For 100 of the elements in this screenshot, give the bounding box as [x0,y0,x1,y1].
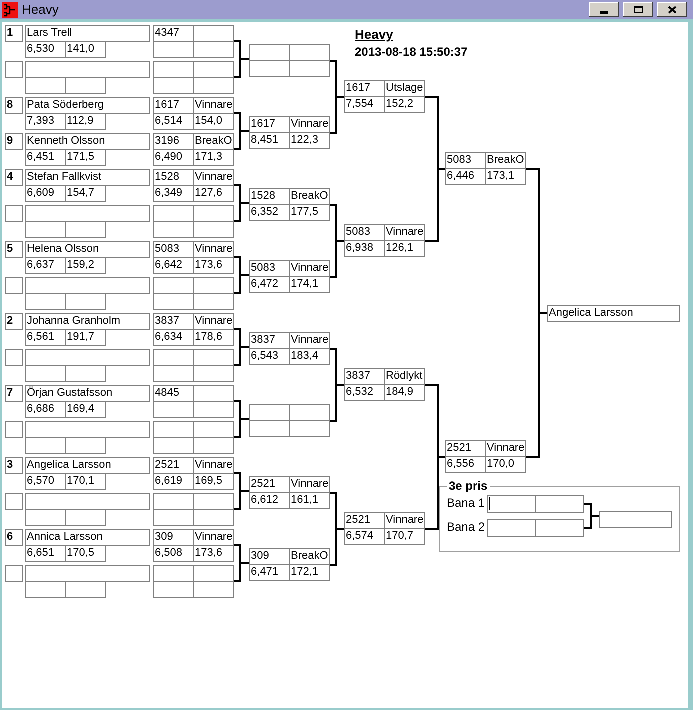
car-number: 2521 [344,512,385,529]
racer-name: Angelica Larsson [25,457,150,474]
result-label: Vinnare [289,476,330,493]
elapsed-time: 6,574 [344,528,385,545]
car-number: 3837 [153,313,194,330]
speed-value: 191,7 [65,329,106,346]
result-label: Vinnare [384,224,425,241]
speed-value: 183,4 [289,348,330,365]
speed-value: 126,1 [384,240,425,257]
seed-number: 1 [5,25,23,42]
speed-value: 141,0 [65,41,106,58]
car-number: 309 [153,529,194,546]
elapsed-time: 6,543 [249,348,290,365]
bracket-line [233,40,250,78]
speed-value: 122,3 [289,132,330,149]
empty-cell [5,421,23,438]
car-number: 5083 [153,241,194,258]
car-number: 5083 [249,260,290,277]
result-label: Vinnare [193,97,234,114]
bracket-icon [2,2,18,18]
elapsed-time: 6,938 [344,240,385,257]
reaction-time: 6,570 [25,473,66,490]
elapsed-time: 6,508 [153,545,194,562]
speed-value: 169,4 [65,401,106,418]
car-number: 3837 [249,332,290,349]
result-label: Vinnare [193,241,234,258]
empty-cell [5,565,23,582]
racer-name: Annica Larsson [25,529,150,546]
elapsed-time: 6,642 [153,257,194,274]
bracket-line [233,472,250,510]
seed-number: 5 [5,241,23,258]
racer-name: Pata Söderberg [25,97,150,114]
speed-value: 173,6 [193,545,234,562]
speed-value: 177,5 [289,204,330,221]
empty-cell [5,205,23,222]
bracket-line [233,112,250,150]
result-label: Vinnare [193,313,234,330]
car-number: 1528 [153,169,194,186]
maximize-icon [634,6,642,13]
elapsed-time: 7,554 [344,96,385,113]
elapsed-time: 6,619 [153,473,194,490]
speed-value: 184,9 [384,384,425,401]
event-title: Heavy [355,26,394,44]
result-label: BreakO [193,133,234,150]
speed-value: 159,2 [65,257,106,274]
empty-cell [5,61,23,78]
reaction-time: 7,393 [25,113,66,130]
car-number: 1617 [249,116,290,133]
elapsed-time: 6,612 [249,492,290,509]
lane-label: Bana 2 [447,520,486,534]
result-label: BreakO [289,548,330,565]
speed-value: 172,1 [289,564,330,581]
car-number: 2521 [153,457,194,474]
elapsed-time: 6,446 [445,168,486,185]
result-label: Vinnare [193,169,234,186]
speed-value: 170,5 [65,545,106,562]
empty-cell [5,277,23,294]
minimize-button[interactable] [589,2,619,17]
lane-label: Bana 1 [447,496,486,510]
result-label: Utslage [384,80,425,97]
text-cursor [489,496,490,510]
seed-number: 3 [5,457,23,474]
result-label: Rödlykt [384,368,425,385]
reaction-time: 6,651 [25,545,66,562]
speed-value: 127,6 [193,185,234,202]
speed-value: 173,1 [485,168,526,185]
seed-number: 9 [5,133,23,150]
winner-name: Angelica Larsson [547,305,680,322]
reaction-time: 6,451 [25,149,66,166]
elapsed-time: 6,514 [153,113,194,130]
minimize-icon [600,10,608,14]
car-number: 4347 [153,25,194,42]
speed-value: 170,1 [65,473,106,490]
event-timestamp: 2013-08-18 15:50:37 [355,44,468,61]
reaction-time: 6,637 [25,257,66,274]
reaction-time: 6,686 [25,401,66,418]
close-icon [668,6,676,14]
racer-name: Johanna Granholm [25,313,150,330]
speed-value: 154,7 [65,185,106,202]
speed-value: 174,1 [289,276,330,293]
result-label: Vinnare [485,440,526,457]
result-label: Vinnare [289,260,330,277]
reaction-time: 6,530 [25,41,66,58]
reaction-time: 6,609 [25,185,66,202]
speed-value: 112,9 [65,113,106,130]
car-number: 3196 [153,133,194,150]
empty-cell [5,493,23,510]
racer-name: Helena Olsson [25,241,150,258]
group-title: 3e pris [447,479,490,493]
result-label: Vinnare [384,512,425,529]
result-label: BreakO [289,188,330,205]
bracket-line [233,544,250,582]
close-button[interactable] [657,2,687,17]
maximize-button[interactable] [623,2,653,17]
speed-value: 152,2 [384,96,425,113]
elapsed-time: 6,556 [445,456,486,473]
empty-cell [5,349,23,366]
seed-number: 4 [5,169,23,186]
elapsed-time: 6,471 [249,564,290,581]
car-number: 1617 [344,80,385,97]
